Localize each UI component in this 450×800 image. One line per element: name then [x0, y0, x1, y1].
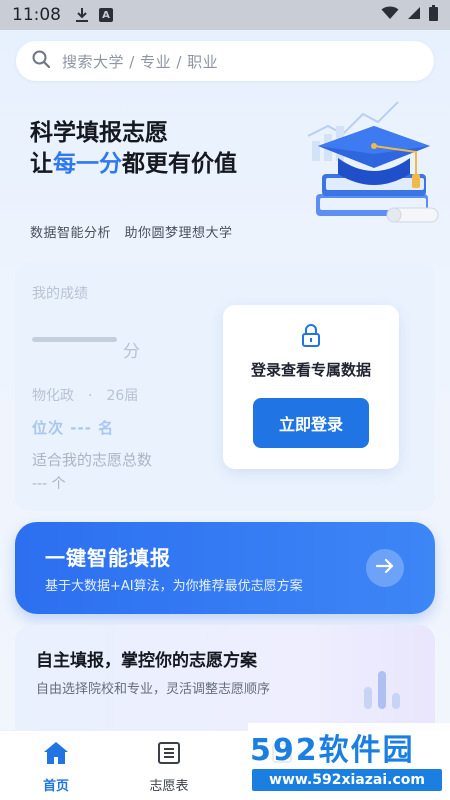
- login-panel: 登录查看专属数据 立即登录: [223, 305, 399, 469]
- login-button[interactable]: 立即登录: [253, 398, 369, 448]
- suitable-total-value: --- 个: [32, 476, 66, 492]
- search-bar[interactable]: 搜索大学 / 专业 / 职业: [16, 41, 434, 81]
- score-subjects: 物化政 · 26届: [32, 388, 139, 404]
- list-icon: [157, 742, 181, 769]
- smart-fill-card[interactable]: 一键智能填报 基于大数据+AI算法，为你推荐最优志愿方案: [15, 522, 435, 614]
- smart-fill-arrow-button[interactable]: [366, 549, 404, 587]
- hero-subtitle: 数据智能分析 助你圆梦理想大学: [30, 226, 233, 241]
- smart-fill-desc: 基于大数据+AI算法，为你推荐最优志愿方案: [45, 579, 303, 594]
- watermark: 592软件园 www.592xiazai.com: [248, 723, 450, 800]
- self-fill-title: 自主填报，掌控你的志愿方案: [36, 651, 257, 671]
- suitable-total-label: 适合我的志愿总数: [32, 451, 153, 469]
- lock-icon: [301, 323, 321, 351]
- bar-chart-icon: [360, 665, 410, 715]
- status-time: 11:08: [12, 5, 61, 25]
- score-rank: 位次 --- 名: [32, 419, 115, 437]
- hero-title-line1: 科学填报志愿: [30, 120, 168, 146]
- hero-title-highlight: 每一分: [53, 151, 122, 177]
- nav-label-home: 首页: [42, 779, 69, 794]
- score-card: 我的成绩 分 物化政 · 26届 位次 --- 名 适合我的志愿总数 --- 个…: [15, 263, 435, 511]
- sim-badge-icon: A: [99, 8, 113, 22]
- status-bar: 11:08 A: [0, 0, 450, 30]
- graduation-cap-illustration: [298, 96, 448, 236]
- watermark-logo: 592软件园: [250, 733, 415, 768]
- nav-item-home[interactable]: 首页: [16, 741, 96, 794]
- hero-title-prefix: 让: [30, 151, 53, 177]
- login-prompt: 登录查看专属数据: [250, 361, 371, 379]
- score-unit: 分: [123, 342, 140, 362]
- score-label: 我的成绩: [32, 286, 88, 302]
- signal-icon: [407, 5, 421, 25]
- arrow-right-icon: [375, 558, 394, 578]
- battery-icon: [429, 4, 438, 26]
- wifi-icon: [381, 5, 399, 25]
- watermark-url: www.592xiazai.com: [252, 769, 442, 791]
- download-icon: [75, 7, 89, 23]
- nav-item-volunteer-list[interactable]: 志愿表: [129, 741, 209, 794]
- home-icon: [43, 742, 69, 769]
- score-placeholder-bar: [32, 337, 117, 342]
- hero-title: 科学填报志愿 让每一分都更有价值: [30, 118, 260, 180]
- smart-fill-title: 一键智能填报: [45, 546, 171, 570]
- search-placeholder: 搜索大学 / 专业 / 职业: [62, 52, 219, 71]
- sim-badge-letter: A: [102, 9, 110, 21]
- nav-label-volunteer-list: 志愿表: [149, 779, 189, 794]
- search-icon: [32, 50, 51, 72]
- self-fill-desc: 自由选择院校和专业，灵活调整志愿顺序: [36, 682, 271, 697]
- hero-title-line2: 让每一分都更有价值: [30, 149, 260, 180]
- hero-title-suffix: 都更有价值: [122, 151, 237, 177]
